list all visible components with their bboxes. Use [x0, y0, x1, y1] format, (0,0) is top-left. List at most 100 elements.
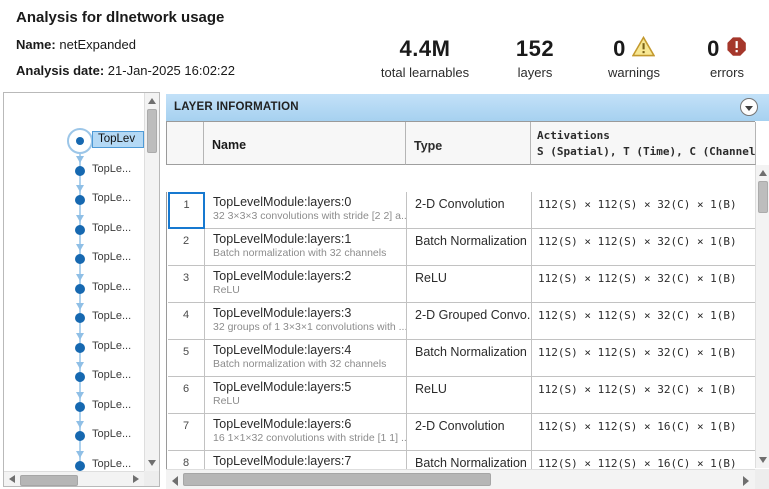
layer-name-cell[interactable]: TopLevelModule:layers:1 Batch normalizat… — [205, 229, 407, 266]
header-type[interactable]: Type — [406, 122, 531, 165]
layer-name: TopLevelModule:layers:6 — [213, 417, 400, 431]
graph-hscroll-thumb[interactable] — [20, 475, 78, 486]
row-number-cell[interactable]: 3 — [168, 266, 205, 303]
graph-node-dot[interactable] — [75, 402, 85, 412]
layer-name: TopLevelModule:layers:1 — [213, 232, 400, 246]
date-value: 21-Jan-2025 16:02:22 — [108, 63, 235, 78]
header-name[interactable]: Name — [204, 122, 406, 165]
network-graph-canvas[interactable]: TopLev TopLe... TopLe... TopLe... TopLe... To… — [4, 93, 144, 471]
scroll-left-icon[interactable] — [172, 476, 178, 486]
row-number-cell[interactable]: 6 — [168, 377, 205, 414]
graph-node-dot[interactable] — [75, 461, 85, 471]
layer-activations-cell[interactable]: 112(S) × 112(S) × 32(C) × 1(B) — [532, 340, 755, 377]
graph-node-label[interactable]: TopLe... — [92, 369, 140, 381]
graph-node-dot[interactable] — [75, 372, 85, 382]
row-number-cell[interactable]: 7 — [168, 414, 205, 451]
layer-type-cell[interactable]: 2-D Convolution — [407, 414, 532, 451]
table-row[interactable]: 7 TopLevelModule:layers:6 16 1×1×32 conv… — [168, 414, 755, 451]
layer-type-cell[interactable]: 2-D Grouped Convo... — [407, 303, 532, 340]
table-row[interactable]: 3 TopLevelModule:layers:2 ReLU ReLU 112(… — [168, 266, 755, 303]
graph-node-label[interactable]: TopLe... — [92, 222, 140, 234]
errors-count: 0 — [707, 36, 720, 62]
scroll-down-icon[interactable] — [759, 457, 767, 463]
layer-type-cell[interactable]: 2-D Convolution — [407, 192, 532, 229]
graph-vscroll-thumb[interactable] — [147, 109, 157, 153]
graph-node-dot[interactable] — [75, 225, 85, 235]
layer-type-cell[interactable]: ReLU — [407, 266, 532, 303]
scroll-left-icon[interactable] — [9, 475, 15, 483]
scroll-down-icon[interactable] — [148, 460, 156, 466]
layer-name-cell[interactable]: TopLevelModule:layers:2 ReLU — [205, 266, 407, 303]
layer-name-cell[interactable]: TopLevelModule:layers:0 32 3×3×3 convolu… — [205, 192, 407, 229]
name-label: Name: — [16, 37, 56, 52]
learnables-label: total learnables — [381, 65, 469, 80]
layer-name: TopLevelModule:layers:5 — [213, 380, 400, 394]
layer-name: TopLevelModule:layers:0 — [213, 195, 400, 209]
graph-node-label[interactable]: TopLe... — [92, 428, 140, 440]
graph-node-label[interactable]: TopLe... — [92, 163, 140, 175]
table-horizontal-scrollbar[interactable] — [166, 469, 755, 489]
graph-node-dot[interactable] — [75, 431, 85, 441]
panel-header-bar[interactable]: LAYER INFORMATION — [166, 94, 769, 121]
table-row[interactable]: 4 TopLevelModule:layers:3 32 groups of 1… — [168, 303, 755, 340]
scroll-up-icon[interactable] — [148, 98, 156, 104]
graph-node-label[interactable]: TopLev — [92, 131, 144, 148]
graph-node-label[interactable]: TopLe... — [92, 458, 140, 470]
graph-node-dot[interactable] — [75, 254, 85, 264]
arrow-down-icon — [76, 421, 84, 428]
graph-node-dot — [76, 137, 84, 145]
row-number-cell[interactable]: 2 — [168, 229, 205, 266]
layer-type-cell[interactable]: Batch Normalization — [407, 340, 532, 377]
table-body: 1 TopLevelModule:layers:0 32 3×3×3 convo… — [166, 192, 755, 489]
row-number-cell[interactable]: 4 — [168, 303, 205, 340]
graph-node-label[interactable]: TopLe... — [92, 192, 140, 204]
layer-activations-cell[interactable]: 112(S) × 112(S) × 32(C) × 1(B) — [532, 192, 755, 229]
layer-activations-cell[interactable]: 112(S) × 112(S) × 32(C) × 1(B) — [532, 377, 755, 414]
table-row[interactable]: 6 TopLevelModule:layers:5 ReLU ReLU 112(… — [168, 377, 755, 414]
layer-name: TopLevelModule:layers:7 — [213, 454, 400, 468]
layer-activations-cell[interactable]: 112(S) × 112(S) × 32(C) × 1(B) — [532, 303, 755, 340]
graph-node-dot[interactable] — [75, 284, 85, 294]
arrow-down-icon — [76, 185, 84, 192]
layers-label: layers — [516, 65, 554, 80]
arrow-down-icon — [76, 392, 84, 399]
graph-node-dot[interactable] — [75, 195, 85, 205]
layers-count: 152 — [516, 36, 554, 62]
graph-node-label[interactable]: TopLe... — [92, 251, 140, 263]
layer-type-cell[interactable]: Batch Normalization — [407, 229, 532, 266]
table-row[interactable]: 2 TopLevelModule:layers:1 Batch normaliz… — [168, 229, 755, 266]
scrollbar-corner — [755, 469, 769, 489]
row-number-cell[interactable]: 1 — [168, 192, 205, 229]
layer-name-cell[interactable]: TopLevelModule:layers:5 ReLU — [205, 377, 407, 414]
selected-node-halo[interactable] — [67, 128, 93, 154]
layer-type-cell[interactable]: ReLU — [407, 377, 532, 414]
graph-node-label[interactable]: TopLe... — [92, 340, 140, 352]
layer-name-cell[interactable]: TopLevelModule:layers:4 Batch normalizat… — [205, 340, 407, 377]
layer-activations-cell[interactable]: 112(S) × 112(S) × 16(C) × 1(B) — [532, 414, 755, 451]
graph-node-label[interactable]: TopLe... — [92, 399, 140, 411]
layer-activations-cell[interactable]: 112(S) × 112(S) × 32(C) × 1(B) — [532, 229, 755, 266]
table-hscroll-thumb[interactable] — [183, 473, 491, 486]
graph-node-dot[interactable] — [75, 166, 85, 176]
header-activations[interactable]: Activations S (Spatial), T (Time), C (Ch… — [531, 122, 756, 165]
scroll-right-icon[interactable] — [133, 475, 139, 483]
graph-node-label[interactable]: TopLe... — [92, 310, 140, 322]
graph-node-dot[interactable] — [75, 313, 85, 323]
scroll-up-icon[interactable] — [759, 170, 767, 176]
stat-warnings: 0 warnings — [608, 36, 660, 80]
graph-node-dot[interactable] — [75, 343, 85, 353]
row-number-cell[interactable]: 5 — [168, 340, 205, 377]
scroll-right-icon[interactable] — [743, 476, 749, 486]
table-vscroll-thumb[interactable] — [758, 181, 768, 213]
collapse-panel-button[interactable] — [740, 98, 758, 116]
graph-vertical-scrollbar[interactable] — [144, 93, 159, 471]
table-row[interactable]: 1 TopLevelModule:layers:0 32 3×3×3 convo… — [168, 192, 755, 229]
learnables-count: 4.4M — [400, 36, 451, 62]
table-vertical-scrollbar[interactable] — [755, 165, 769, 468]
layer-activations-cell[interactable]: 112(S) × 112(S) × 32(C) × 1(B) — [532, 266, 755, 303]
layer-name-cell[interactable]: TopLevelModule:layers:6 16 1×1×32 convol… — [205, 414, 407, 451]
layer-name-cell[interactable]: TopLevelModule:layers:3 32 groups of 1 3… — [205, 303, 407, 340]
table-row[interactable]: 5 TopLevelModule:layers:4 Batch normaliz… — [168, 340, 755, 377]
graph-node-label[interactable]: TopLe... — [92, 281, 140, 293]
graph-horizontal-scrollbar[interactable] — [4, 471, 144, 486]
